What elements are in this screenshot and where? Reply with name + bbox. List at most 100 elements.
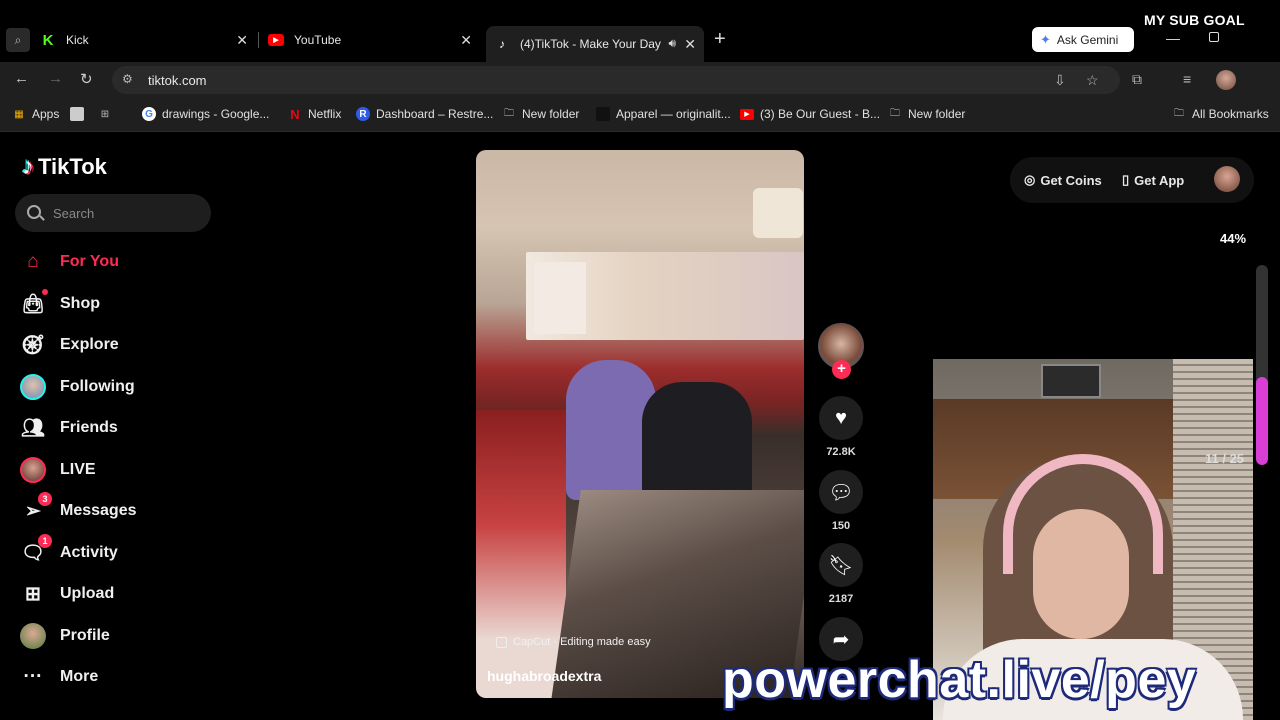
nav-friends[interactable]: 👥︎ Friends	[20, 413, 220, 443]
like-action[interactable]: ♥ 72.8K	[818, 396, 864, 458]
media-controls-icon[interactable]: ≡	[1183, 71, 1191, 87]
speaker-icon[interactable]: 🔊︎	[668, 36, 676, 51]
tab-label: Kick	[66, 33, 89, 47]
browser-tab-bar: ⌕ K Kick ✕ ▶ YouTube ✕ ♪ (4)TikTok - Mak…	[0, 0, 1280, 62]
apps-grid-icon: ▦	[14, 108, 24, 120]
close-icon[interactable]: ✕	[684, 36, 696, 53]
extensions-icon[interactable]: ⧉	[1132, 71, 1142, 88]
get-app-button[interactable]: ▯ Get App	[1122, 172, 1184, 188]
compass-icon: 🧭︎	[20, 335, 46, 356]
bookmark-label: Dashboard – Restre...	[376, 107, 494, 121]
bookmark-star-icon[interactable]: ☆	[1086, 72, 1099, 89]
nav-more[interactable]: ··· More	[20, 662, 220, 692]
notification-dot	[42, 289, 48, 295]
tab-tiktok[interactable]: ♪ (4)TikTok - Make Your Day 🔊︎ ✕	[486, 26, 704, 62]
maximize-icon[interactable]	[1209, 32, 1219, 42]
nav-live[interactable]: LIVE	[20, 455, 220, 485]
kick-icon: K	[42, 31, 54, 49]
new-tab-button[interactable]: +	[714, 28, 726, 51]
comment-action[interactable]: 💬︎ 150	[818, 470, 864, 532]
sub-goal-percent: 44%	[1220, 231, 1247, 246]
video-sign-panel	[534, 262, 586, 334]
profile-avatar-icon	[20, 623, 46, 649]
forward-icon[interactable]: →	[48, 70, 63, 87]
bookmark-new-folder[interactable]: 🗀︎ New folder	[502, 107, 579, 121]
get-coins-label: Get Coins	[1040, 172, 1102, 188]
bookmark-icon[interactable]: 🔖︎	[819, 543, 863, 587]
upload-icon: ⊞	[25, 583, 41, 605]
bookmark-label: (3) Be Our Guest - B...	[760, 107, 881, 121]
bookmark-label: Netflix	[308, 107, 342, 121]
address-bar[interactable]: ⚙ tiktok.com ⇩ ☆	[112, 66, 1120, 94]
sub-goal-label: MY SUB GOAL	[1144, 12, 1245, 28]
bookmark-be-our-guest[interactable]: ▶ (3) Be Our Guest - B...	[740, 107, 880, 121]
minimize-icon[interactable]: —	[1166, 30, 1180, 46]
tiktok-page: ♪ TikTok Search ⌂ For You 👜︎ Shop 🧭︎ Exp…	[0, 133, 1280, 720]
back-icon[interactable]: ←	[14, 70, 29, 87]
nav-shop[interactable]: 👜︎ Shop	[20, 289, 220, 319]
nav-explore[interactable]: 🧭︎ Explore	[20, 330, 220, 360]
bookmark-new-folder[interactable]: 🗀︎ New folder	[888, 107, 965, 121]
get-coins-button[interactable]: ◎ Get Coins	[1024, 172, 1102, 188]
bookmark-all[interactable]: 🗀︎ All Bookmarks	[1172, 107, 1280, 121]
heart-icon[interactable]: ♥	[819, 396, 863, 440]
nav-label: Friends	[60, 419, 118, 436]
save-action[interactable]: 🔖︎ 2187	[818, 543, 864, 605]
youtube-icon: ▶	[740, 108, 754, 120]
tiktok-icon: ♪	[499, 37, 505, 51]
video-author[interactable]: hughabroadextra	[487, 668, 601, 684]
following-avatar-icon	[20, 374, 46, 400]
bookmark-blank[interactable]	[70, 107, 90, 121]
bookmark-dashboard[interactable]: R Dashboard – Restre...	[356, 107, 493, 121]
youtube-icon: ▶	[268, 34, 284, 46]
search-input[interactable]: Search	[15, 194, 211, 232]
nav-for-you[interactable]: ⌂ For You	[20, 247, 220, 277]
bookmark-apps[interactable]: ▦ Apps	[12, 107, 59, 121]
nav-label: More	[60, 668, 99, 685]
bookmark-apparel[interactable]: Apparel — originalit...	[596, 107, 731, 121]
capcut-tag[interactable]: CapCut · Editing made easy	[496, 636, 651, 648]
tab-youtube[interactable]: ▶ YouTube ✕	[268, 26, 480, 54]
tab-label: (4)TikTok - Make Your Day	[520, 37, 661, 51]
video-player[interactable]	[476, 150, 804, 698]
home-icon: ⌂	[27, 251, 39, 272]
ask-gemini-button[interactable]: ✦ Ask Gemini	[1032, 27, 1134, 52]
bookmark-label: New folder	[522, 107, 580, 121]
google-icon: G	[142, 107, 156, 121]
nav-activity[interactable]: 🗨︎ 1 Activity	[20, 534, 220, 568]
video-lantern	[753, 188, 803, 238]
tiktok-logo[interactable]: ♪ TikTok	[22, 153, 107, 181]
bookmark-drawings[interactable]: G drawings - Google...	[142, 107, 269, 121]
nav-label: Activity	[60, 544, 118, 561]
sub-goal-progress-bar	[1256, 265, 1268, 465]
install-app-icon[interactable]: ⇩	[1054, 72, 1066, 89]
nav-label: Explore	[60, 336, 119, 353]
close-icon[interactable]: ✕	[460, 32, 472, 49]
messages-icon: ➢ 3	[20, 492, 52, 524]
sub-goal-progress-fill	[1256, 377, 1268, 465]
nav-label: For You	[60, 253, 119, 270]
comment-icon[interactable]: 💬︎	[819, 470, 863, 514]
activity-badge: 1	[38, 534, 52, 548]
reload-icon[interactable]: ↻	[80, 70, 93, 88]
tab-label: YouTube	[294, 33, 342, 47]
nav-upload[interactable]: ⊞ Upload	[20, 579, 220, 609]
tab-separator	[258, 32, 259, 48]
tab-search-icon[interactable]: ⌕	[6, 28, 30, 52]
bookmark-grid[interactable]: ⊞	[98, 107, 118, 121]
bookmark-netflix[interactable]: N Netflix	[288, 107, 342, 122]
close-icon[interactable]: ✕	[236, 32, 248, 49]
nav-messages[interactable]: ➢ 3 Messages	[20, 492, 220, 526]
nav-profile[interactable]: Profile	[20, 621, 220, 651]
video-counter: 11 / 25	[1205, 451, 1245, 466]
restream-icon: R	[356, 107, 370, 121]
search-placeholder: Search	[53, 206, 95, 221]
save-count: 2187	[828, 593, 854, 605]
account-avatar[interactable]	[1214, 166, 1240, 192]
url-text: tiktok.com	[148, 73, 207, 88]
nav-following[interactable]: Following	[20, 372, 220, 402]
follow-plus-icon[interactable]: +	[832, 360, 851, 379]
tab-kick[interactable]: K Kick ✕	[40, 26, 256, 54]
site-info-icon[interactable]: ⚙	[122, 72, 133, 86]
profile-avatar[interactable]	[1216, 70, 1236, 90]
